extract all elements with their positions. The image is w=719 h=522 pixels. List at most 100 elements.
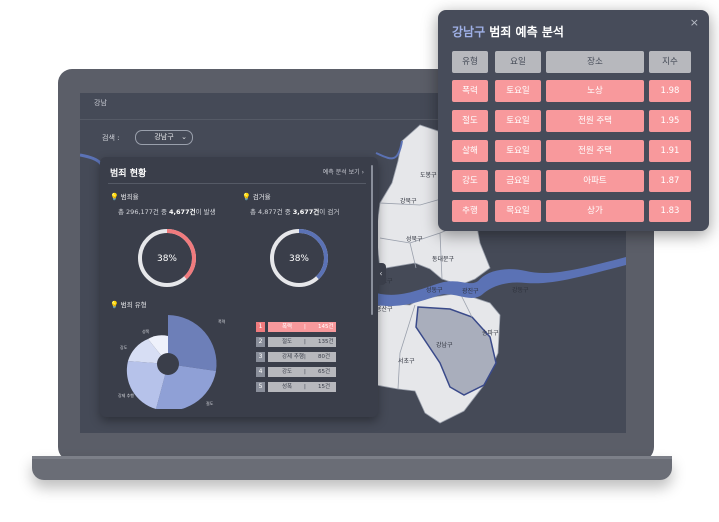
han-river	[376, 257, 626, 307]
map-label-gangdong: 강동구	[512, 286, 529, 294]
arrest-percent: 38%	[289, 254, 309, 264]
ranking-separator: |	[304, 339, 306, 345]
popup-title-district: 강남구	[452, 25, 486, 39]
ranking-row[interactable]: 5 성폭 | 15건	[256, 382, 338, 392]
close-icon[interactable]: ×	[690, 16, 699, 29]
table-cell-place: 노상	[546, 80, 644, 102]
column-header-type[interactable]: 유형	[452, 51, 488, 73]
table-cell-place: 전원 주택	[546, 140, 644, 162]
table-cell-day: 금요일	[495, 170, 541, 192]
panel-title: 범죄 현황	[110, 169, 147, 179]
map-label-seocho: 서초구	[398, 357, 415, 365]
ranking-name: 성폭	[282, 384, 293, 390]
ranking-name: 강도	[282, 369, 293, 375]
map-label-seongdong: 성동구	[426, 286, 443, 294]
search-label: 검색 :	[102, 134, 120, 142]
ranking-number: 4	[256, 367, 265, 377]
pie-label-molestation: 강제 추행	[118, 392, 134, 398]
map-label-gwangjin: 광진구	[462, 287, 479, 295]
table-cell-index: 1.87	[649, 170, 691, 192]
pie-label-robbery: 강도	[120, 344, 128, 350]
pie-center-hole	[157, 353, 179, 375]
pie-label-theft: 절도	[206, 400, 214, 406]
table-cell-index: 1.91	[649, 140, 691, 162]
ranking-number: 5	[256, 382, 265, 392]
occurrence-donut: 38%	[138, 229, 196, 287]
ranking-name: 폭력	[282, 324, 293, 330]
column-header-index[interactable]: 지수	[649, 51, 691, 73]
ranking-bar: 강도 | 65건	[268, 367, 336, 377]
ranking-separator: |	[304, 369, 306, 375]
table-cell-place: 전원 주택	[546, 110, 644, 132]
chevron-left-icon: ‹	[379, 269, 383, 278]
ranking-name: 절도	[282, 339, 293, 345]
table-cell-day: 목요일	[495, 200, 541, 222]
ranking-separator: |	[304, 384, 306, 390]
table-cell-day: 토요일	[495, 110, 541, 132]
ranking-bar: 강제 추행 | 80건	[268, 352, 336, 362]
ranking-separator: |	[304, 324, 306, 330]
ranking-number: 2	[256, 337, 265, 347]
laptop-base-edge	[32, 456, 672, 459]
table-cell-place: 아파트	[546, 170, 644, 192]
table-cell-index: 1.83	[649, 200, 691, 222]
panel-divider	[108, 183, 366, 184]
district-select[interactable]: 강남구 ⌄	[135, 130, 193, 145]
left-river-edge	[80, 153, 104, 166]
table-cell-type: 절도	[452, 110, 488, 132]
table-cell-day: 토요일	[495, 140, 541, 162]
app-logo: 강남	[94, 99, 107, 107]
table-cell-index: 1.95	[649, 110, 691, 132]
table-cell-index: 1.98	[649, 80, 691, 102]
map-label-gangnam: 강남구	[436, 341, 453, 349]
arrest-text: 총 4,877건 중 3,677건이 검거	[250, 208, 340, 216]
panel-collapse-button[interactable]: ‹	[376, 263, 386, 285]
pie-label-sexual: 성폭	[142, 328, 150, 334]
popup-title: 강남구 범죄 예측 분석	[452, 23, 564, 40]
ranking-value: 145건	[318, 324, 334, 330]
column-header-place[interactable]: 장소	[546, 51, 644, 73]
ranking-row[interactable]: 1 폭력 | 145건	[256, 322, 338, 332]
table-cell-type: 살해	[452, 140, 488, 162]
table-cell-place: 상가	[546, 200, 644, 222]
table-cell-type: 강도	[452, 170, 488, 192]
ranking-value: 80건	[318, 354, 331, 360]
arrest-title: 💡 검거율	[242, 193, 271, 201]
crime-types-title: 💡 범죄 유형	[110, 301, 147, 309]
district-select-value: 강남구	[154, 133, 174, 141]
prediction-popup: 강남구 범죄 예측 분석 × 유형 요일 장소 지수 폭력 토요일 노상 1.98 절도 토요일 전…	[438, 10, 709, 231]
occurrence-text: 총 296,177건 중 4,677건이 발생	[118, 208, 216, 216]
ranking-value: 135건	[318, 339, 334, 345]
column-header-day[interactable]: 요일	[495, 51, 541, 73]
bulb-icon: 💡	[110, 301, 119, 309]
map-label-dongdaemun: 동대문구	[432, 255, 455, 263]
table-cell-type: 추행	[452, 200, 488, 222]
map-label-seongbuk: 성북구	[406, 235, 423, 243]
crime-status-panel: 범죄 현황 예측 분석 보기 › 💡 범죄율 총 296,177건 중 4,677…	[100, 157, 378, 417]
prediction-link[interactable]: 예측 분석 보기 ›	[323, 167, 364, 176]
popup-title-rest: 범죄 예측 분석	[485, 25, 564, 39]
ranking-bar: 성폭 | 15건	[268, 382, 336, 392]
tributary	[375, 140, 403, 160]
laptop-base	[32, 456, 672, 480]
ranking-value: 15건	[318, 384, 331, 390]
ranking-value: 65건	[318, 369, 331, 375]
bulb-icon: 💡	[242, 193, 251, 201]
ranking-row[interactable]: 4 강도 | 65건	[256, 367, 338, 377]
ranking-bar: 폭력 | 145건	[268, 322, 336, 332]
crime-types-pie: 폭력 절도 강도 강제 추행 성폭	[118, 315, 226, 409]
panel-scrollbar[interactable]	[371, 165, 373, 315]
map-label-songpa: 송파구	[482, 329, 499, 337]
bulb-icon: 💡	[110, 193, 119, 201]
chevron-down-icon: ⌄	[181, 133, 187, 141]
occurrence-title: 💡 범죄율	[110, 193, 139, 201]
ranking-row[interactable]: 3 강제 추행 | 80건	[256, 352, 338, 362]
ranking-number: 1	[256, 322, 265, 332]
occurrence-percent: 38%	[157, 254, 177, 264]
map-label-yongsan: 용산구	[376, 305, 393, 313]
ranking-name: 강제 추행	[282, 354, 304, 360]
ranking-number: 3	[256, 352, 265, 362]
map-label-gangbuk: 강북구	[400, 197, 417, 205]
ranking-separator: |	[304, 354, 306, 360]
ranking-row[interactable]: 2 절도 | 135건	[256, 337, 338, 347]
